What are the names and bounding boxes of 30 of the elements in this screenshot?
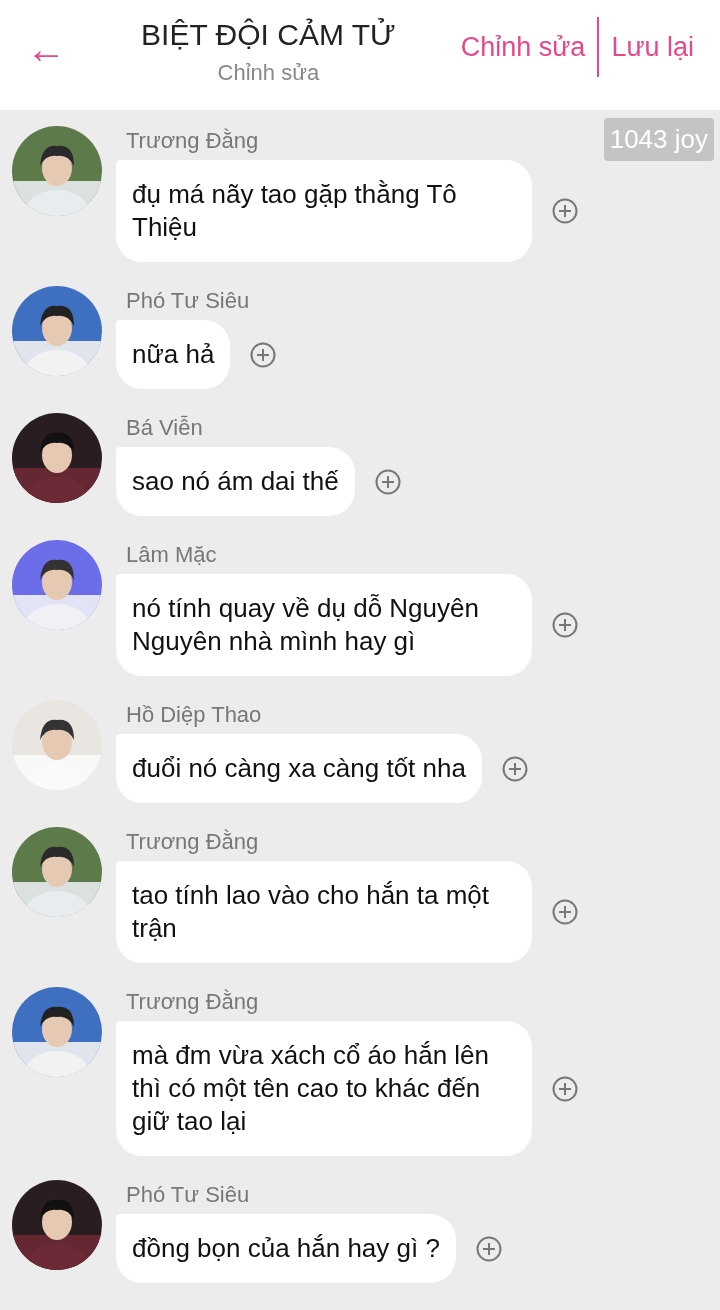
sender-name: Trương Đằng: [126, 829, 260, 855]
add-reaction-icon[interactable]: [552, 1075, 578, 1102]
message-bubble: sao nó ám dai thế: [116, 447, 355, 516]
message-bubble: tao tính lao vào cho hắn ta một trận: [116, 861, 532, 963]
message-bubble: đuổi nó càng xa càng tốt nha: [116, 734, 482, 803]
chat-title: BIỆT ĐỘI CẢM TỬ: [141, 18, 396, 52]
add-reaction-icon[interactable]: [552, 899, 578, 925]
add-reaction-icon[interactable]: [552, 198, 578, 224]
sender-name: Hồ Diệp Thao: [126, 702, 263, 728]
sender-name: Phó Tư Siêu: [126, 288, 251, 314]
add-reaction-icon[interactable]: [552, 612, 578, 638]
chat-subtitle: Chỉnh sửa: [217, 60, 320, 86]
back-button[interactable]: ←: [24, 29, 68, 69]
message-bubble: nữa hả: [116, 320, 231, 389]
message-bubble: mà đm vừa xách cổ áo hắn lên thì có một tên cao to khác đến giữ tao lại: [116, 1021, 532, 1156]
message-bubble: nó tính quay về dụ dỗ Nguyên Nguyên nhà mình hay gì: [116, 574, 532, 676]
save-button[interactable]: Lưu lại: [599, 31, 706, 63]
add-reaction-icon[interactable]: [374, 468, 401, 495]
message-bubble: đụ má nãy tao gặp thằng Tô Thiệu: [116, 160, 532, 262]
sender-name: Bá Viễn: [126, 415, 204, 441]
edit-button[interactable]: Chỉnh sửa: [448, 31, 598, 63]
add-reaction-icon[interactable]: [250, 341, 277, 368]
message-bubble: đồng bọn của hắn hay gì ?: [116, 1214, 456, 1283]
sender-name: Trương Đằng: [126, 128, 260, 154]
sender-name: Lâm Mặc: [126, 542, 218, 568]
sender-name: Trương Đằng: [126, 989, 260, 1015]
add-reaction-icon[interactable]: [475, 1235, 502, 1262]
points-badge: 1043 joy: [603, 118, 714, 161]
sender-name: Phó Tư Siêu: [126, 1182, 251, 1208]
add-reaction-icon[interactable]: [501, 755, 528, 782]
